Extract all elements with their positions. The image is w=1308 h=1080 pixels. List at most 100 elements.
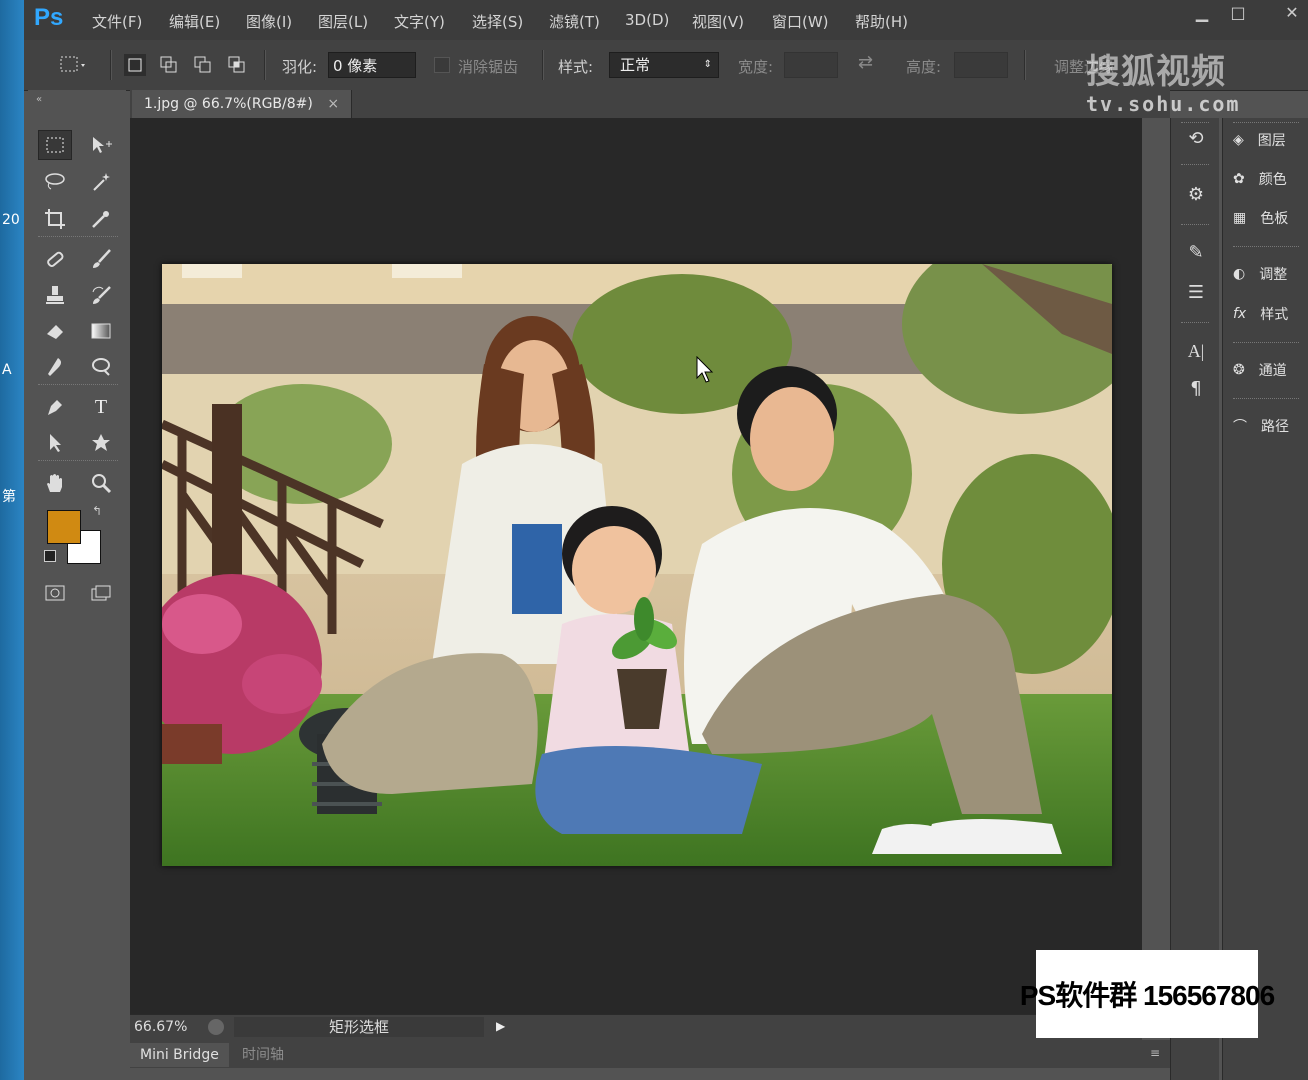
hand-tool-icon[interactable] bbox=[38, 468, 72, 498]
path-selection-tool-icon[interactable] bbox=[38, 428, 72, 458]
height-input[interactable] bbox=[954, 52, 1008, 78]
subtract-selection-icon[interactable] bbox=[192, 54, 214, 76]
menu-help[interactable]: 帮助(H) bbox=[855, 11, 908, 32]
feather-label: 羽化: bbox=[282, 58, 318, 76]
close-tab-icon[interactable]: × bbox=[327, 96, 339, 112]
bottom-panel-tabs: Mini Bridge 时间轴 ≡ bbox=[130, 1040, 1170, 1068]
panel-paths[interactable]: ⌒ 路径 bbox=[1233, 410, 1289, 442]
panel-styles[interactable]: fx 样式 bbox=[1233, 298, 1288, 330]
style-label: 样式: bbox=[558, 58, 594, 76]
clone-stamp-tool-icon[interactable] bbox=[38, 280, 72, 310]
close-button[interactable]: ✕ bbox=[1274, 2, 1308, 24]
zoom-level[interactable]: 66.67% bbox=[134, 1019, 187, 1035]
panel-label: 色板 bbox=[1260, 211, 1289, 227]
menu-file[interactable]: 文件(F) bbox=[92, 11, 142, 32]
type-tool-icon[interactable]: T bbox=[84, 392, 118, 422]
add-selection-icon[interactable] bbox=[158, 54, 180, 76]
smudge-tool-icon[interactable] bbox=[38, 352, 72, 382]
antialias-label: 消除锯齿 bbox=[458, 58, 519, 76]
adjustments-icon: ◐ bbox=[1233, 266, 1246, 282]
document-tabbar: 1.jpg @ 66.7%(RGB/8#) × bbox=[130, 90, 1170, 118]
panel-dock: ◈ 图层 ✿ 颜色 ▦ 色板 ◐ 调整 fx 样式 ❂ 通道 ⌒ 路径 bbox=[1222, 118, 1308, 1080]
default-colors-icon[interactable] bbox=[44, 550, 56, 562]
status-info-icon[interactable] bbox=[208, 1019, 224, 1035]
layers-icon: ◈ bbox=[1233, 132, 1244, 148]
menu-3d[interactable]: 3D(D) bbox=[625, 11, 669, 29]
swap-icon[interactable]: ⇄ bbox=[858, 52, 873, 73]
crop-tool-icon[interactable] bbox=[38, 204, 72, 234]
history-icon[interactable]: ⟲ bbox=[1183, 126, 1209, 152]
custom-shape-tool-icon[interactable] bbox=[84, 428, 118, 458]
sohu-watermark: 搜狐视频 bbox=[1086, 53, 1226, 91]
panel-adjustments[interactable]: ◐ 调整 bbox=[1233, 258, 1287, 290]
paragraph-icon[interactable]: ¶ bbox=[1183, 376, 1209, 402]
width-input[interactable] bbox=[784, 52, 838, 78]
history-brush-tool-icon[interactable] bbox=[84, 280, 118, 310]
style-select[interactable]: 正常 ⇕ bbox=[609, 52, 719, 78]
desktop-strip: 20 A 第 bbox=[0, 0, 24, 1080]
menu-view[interactable]: 视图(V) bbox=[692, 11, 744, 32]
menu-layer[interactable]: 图层(L) bbox=[318, 11, 368, 32]
eyedropper-tool-icon[interactable] bbox=[84, 204, 118, 234]
minimize-button[interactable]: ▁ bbox=[1184, 2, 1220, 24]
menu-edit[interactable]: 编辑(E) bbox=[169, 11, 220, 32]
brush-settings-icon[interactable]: ☰ bbox=[1183, 280, 1209, 306]
family-photo[interactable] bbox=[162, 264, 1112, 866]
document-tab-title: 1.jpg @ 66.7%(RGB/8#) bbox=[144, 96, 313, 112]
zoom-tool-icon[interactable] bbox=[84, 468, 118, 498]
ps-logo: Ps bbox=[34, 4, 64, 31]
antialias-checkbox[interactable] bbox=[434, 57, 450, 73]
document-tab[interactable]: 1.jpg @ 66.7%(RGB/8#) × bbox=[132, 90, 353, 118]
toolbox: « T ↰ bbox=[28, 90, 126, 1080]
foreground-color-swatch[interactable] bbox=[47, 510, 81, 544]
screen-mode-icon[interactable] bbox=[84, 578, 118, 608]
menu-filter[interactable]: 滤镜(T) bbox=[549, 11, 600, 32]
panel-label: 图层 bbox=[1257, 133, 1286, 149]
menu-image[interactable]: 图像(I) bbox=[246, 11, 292, 32]
menu-select[interactable]: 选择(S) bbox=[472, 11, 523, 32]
height-label: 高度: bbox=[906, 58, 942, 76]
paths-icon: ⌒ bbox=[1233, 419, 1247, 435]
new-selection-icon[interactable] bbox=[124, 54, 146, 76]
collapse-icon[interactable]: « bbox=[36, 94, 42, 105]
desktop-label: A bbox=[2, 362, 12, 378]
status-info: 矩形选框 bbox=[234, 1017, 484, 1037]
healing-brush-tool-icon[interactable] bbox=[38, 244, 72, 274]
quick-mask-icon[interactable] bbox=[38, 578, 72, 608]
brush-tool-icon[interactable] bbox=[84, 244, 118, 274]
pen-tool-icon[interactable] bbox=[38, 392, 72, 422]
dodge-tool-icon[interactable] bbox=[84, 352, 118, 382]
panel-label: 颜色 bbox=[1258, 172, 1287, 188]
mouse-cursor-icon bbox=[696, 356, 714, 383]
panel-color[interactable]: ✿ 颜色 bbox=[1233, 163, 1287, 195]
rect-marquee-tool-icon[interactable] bbox=[38, 130, 72, 160]
lasso-tool-icon[interactable] bbox=[38, 166, 72, 196]
fx-icon: fx bbox=[1233, 306, 1247, 322]
move-tool-icon[interactable] bbox=[84, 130, 118, 160]
menu-type[interactable]: 文字(Y) bbox=[394, 11, 445, 32]
panel-menu-icon[interactable]: ≡ bbox=[1150, 1046, 1160, 1060]
menu-window[interactable]: 窗口(W) bbox=[772, 11, 829, 32]
panel-label: 调整 bbox=[1259, 267, 1288, 283]
panel-channels[interactable]: ❂ 通道 bbox=[1233, 354, 1287, 386]
canvas-area[interactable] bbox=[130, 118, 1142, 1014]
magic-wand-tool-icon[interactable] bbox=[84, 166, 118, 196]
panel-label: 通道 bbox=[1258, 363, 1287, 379]
feather-input[interactable]: 0 像素 bbox=[328, 52, 416, 78]
marquee-preset-icon[interactable] bbox=[58, 54, 88, 76]
gradient-tool-icon[interactable] bbox=[84, 316, 118, 346]
panel-layers[interactable]: ◈ 图层 bbox=[1233, 124, 1286, 156]
intersect-selection-icon[interactable] bbox=[226, 54, 248, 76]
panel-swatches[interactable]: ▦ 色板 bbox=[1233, 202, 1288, 234]
tab-mini-bridge[interactable]: Mini Bridge bbox=[130, 1043, 229, 1067]
properties-icon[interactable]: ⚙ bbox=[1183, 182, 1209, 208]
tab-timeline[interactable]: 时间轴 bbox=[232, 1043, 294, 1067]
grid-icon: ▦ bbox=[1233, 210, 1247, 226]
character-icon[interactable]: A| bbox=[1183, 338, 1209, 364]
play-arrow-icon[interactable]: ▶ bbox=[496, 1019, 505, 1033]
maximize-button[interactable]: □ bbox=[1220, 2, 1256, 24]
status-bar: 66.67% 矩形选框 ▶ bbox=[130, 1014, 1142, 1041]
swap-colors-icon[interactable]: ↰ bbox=[92, 504, 102, 518]
brush-presets-icon[interactable]: ✎ bbox=[1183, 240, 1209, 266]
eraser-tool-icon[interactable] bbox=[38, 316, 72, 346]
